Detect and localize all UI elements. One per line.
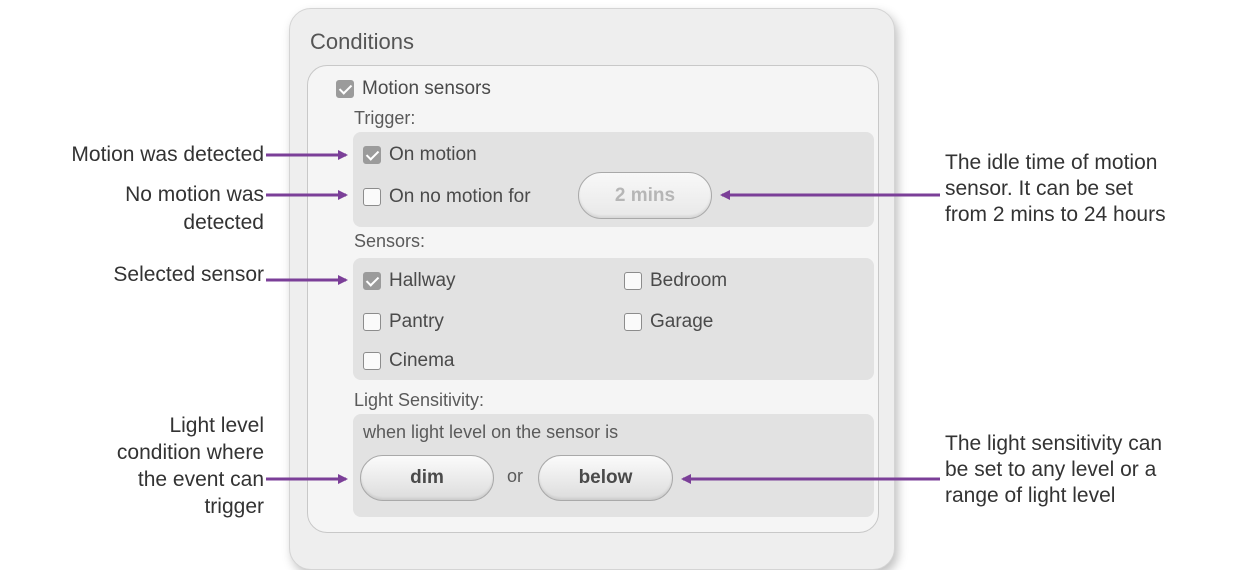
annotation-arrows <box>266 150 940 484</box>
